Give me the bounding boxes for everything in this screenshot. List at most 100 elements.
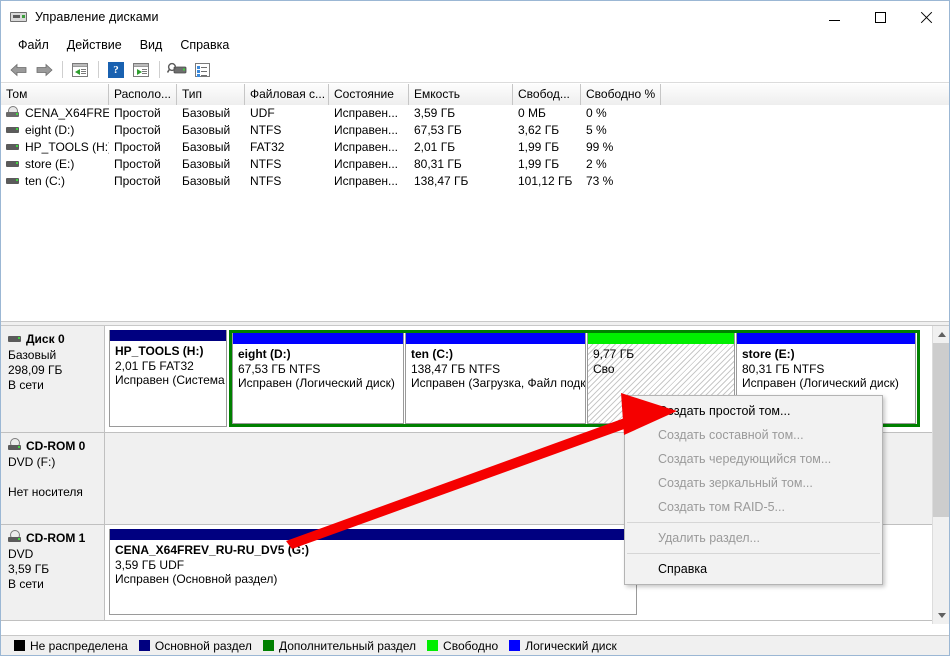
cell-type: Базовый bbox=[177, 155, 245, 172]
toolbar-separator-1 bbox=[62, 61, 63, 78]
cell-layout: Простой bbox=[109, 172, 177, 189]
table-row[interactable]: CENA_X64FRE...ПростойБазовыйUDFИсправен.… bbox=[1, 104, 949, 121]
disk-header-cdrom-1[interactable]: CD-ROM 1DVD3,59 ГБВ сети bbox=[1, 525, 105, 620]
cell-capacity: 80,31 ГБ bbox=[409, 155, 513, 172]
partition-status: Исправен (Логический диск) bbox=[742, 376, 911, 391]
title-bar: Управление дисками bbox=[1, 1, 949, 33]
cell-capacity: 67,53 ГБ bbox=[409, 121, 513, 138]
cell-volume: ten (C:) bbox=[1, 172, 109, 189]
graphical-view-scrollbar[interactable] bbox=[932, 326, 949, 624]
disk-volume-icon bbox=[6, 159, 20, 169]
legend-primary-swatch bbox=[139, 640, 150, 651]
cdrom-icon bbox=[8, 533, 22, 544]
table-row[interactable]: store (E:)ПростойБазовыйNTFSИсправен...8… bbox=[1, 155, 949, 172]
forward-button[interactable] bbox=[32, 59, 56, 81]
disk-title: CD-ROM 1 bbox=[26, 531, 85, 546]
volume-list-pane: ТомРасполо...ТипФайловая с...СостояниеЕм… bbox=[1, 83, 949, 321]
cell-filesystem: NTFS bbox=[245, 155, 329, 172]
partition-title: eight (D:) bbox=[238, 347, 399, 362]
toolbar-separator-3 bbox=[159, 61, 160, 78]
legend-extended: Дополнительный раздел bbox=[279, 639, 416, 653]
scroll-down-button[interactable] bbox=[933, 607, 949, 624]
close-icon bbox=[920, 11, 933, 24]
disk-line2: 3,59 ГБ bbox=[8, 562, 99, 577]
table-row[interactable]: eight (D:)ПростойБазовыйNTFSИсправен...6… bbox=[1, 121, 949, 138]
show-hide-console-tree-button[interactable] bbox=[68, 59, 92, 81]
legend-logical: Логический диск bbox=[525, 639, 617, 653]
cell-volume: HP_TOOLS (H:) bbox=[1, 138, 109, 155]
disk-header-cdrom-0[interactable]: CD-ROM 0DVD (F:) Нет носителя bbox=[1, 433, 105, 524]
help-icon: ? bbox=[108, 62, 124, 78]
ctx-delete-partition: Удалить раздел... bbox=[625, 526, 882, 550]
context-menu-separator bbox=[627, 553, 880, 554]
rescan-disks-button[interactable] bbox=[165, 59, 189, 81]
partition-eight-d[interactable]: eight (D:)67,53 ГБ NTFSИсправен (Логичес… bbox=[232, 333, 404, 424]
show-action-pane-button[interactable] bbox=[129, 59, 153, 81]
disk-volume-icon bbox=[6, 125, 20, 135]
scroll-up-button[interactable] bbox=[933, 326, 949, 343]
legend-logical-swatch bbox=[509, 640, 520, 651]
close-button[interactable] bbox=[903, 1, 949, 33]
menu-action[interactable]: Действие bbox=[58, 35, 131, 55]
cell-capacity: 3,59 ГБ bbox=[409, 104, 513, 121]
partition-ten-c[interactable]: ten (C:)138,47 ГБ NTFSИсправен (Загрузка… bbox=[405, 333, 586, 424]
ctx-new-raid5-volume: Создать том RAID-5... bbox=[625, 495, 882, 519]
cell-volume: CENA_X64FRE... bbox=[1, 104, 109, 121]
partition-info: CENA_X64FREV_RU-RU_DV5 (G:)3,59 ГБ UDFИс… bbox=[110, 540, 636, 587]
cell-filesystem: UDF bbox=[245, 104, 329, 121]
column-header-7[interactable]: Свободно % bbox=[581, 84, 661, 105]
partition-title: CENA_X64FREV_RU-RU_DV5 (G:) bbox=[115, 543, 632, 558]
table-row[interactable]: HP_TOOLS (H:)ПростойБазовыйFAT32Исправен… bbox=[1, 138, 949, 155]
scrollbar-thumb[interactable] bbox=[933, 343, 949, 517]
partition-status: Исправен (Система bbox=[115, 373, 222, 388]
cell-free: 0 МБ bbox=[513, 104, 581, 121]
partition-color-bar bbox=[233, 333, 403, 344]
show-action-pane-icon bbox=[133, 63, 149, 77]
table-row[interactable]: ten (C:)ПростойБазовыйNTFSИсправен...138… bbox=[1, 172, 949, 189]
disk-line1: Базовый bbox=[8, 348, 99, 363]
menu-file[interactable]: Файл bbox=[9, 35, 58, 55]
help-button[interactable]: ? bbox=[104, 59, 128, 81]
chevron-down-icon bbox=[938, 613, 946, 618]
cell-volume: eight (D:) bbox=[1, 121, 109, 138]
volume-list-body: CENA_X64FRE...ПростойБазовыйUDFИсправен.… bbox=[1, 104, 949, 189]
column-header-3[interactable]: Файловая с... bbox=[245, 84, 329, 105]
legend-extended-swatch bbox=[263, 640, 274, 651]
back-button[interactable] bbox=[7, 59, 31, 81]
cell-free_pct: 5 % bbox=[581, 121, 661, 138]
column-header-4[interactable]: Состояние bbox=[329, 84, 409, 105]
partition-color-bar bbox=[737, 333, 915, 344]
volume-label: CENA_X64FRE... bbox=[25, 106, 109, 120]
cell-filesystem: FAT32 bbox=[245, 138, 329, 155]
column-header-2[interactable]: Тип bbox=[177, 84, 245, 105]
ctx-help[interactable]: Справка bbox=[625, 557, 882, 581]
forward-icon bbox=[35, 63, 53, 77]
partition-info: eight (D:)67,53 ГБ NTFSИсправен (Логичес… bbox=[233, 344, 403, 391]
cell-type: Базовый bbox=[177, 172, 245, 189]
partition-cena-g[interactable]: CENA_X64FREV_RU-RU_DV5 (G:)3,59 ГБ UDFИс… bbox=[109, 529, 637, 615]
volume-list-header: ТомРасполо...ТипФайловая с...СостояниеЕм… bbox=[1, 83, 949, 104]
column-header-1[interactable]: Располо... bbox=[109, 84, 177, 105]
properties-button[interactable] bbox=[190, 59, 214, 81]
cd-volume-icon bbox=[6, 108, 20, 118]
disk-management-window: Управление дисками Файл Действие Вид Спр… bbox=[0, 0, 950, 656]
menu-help[interactable]: Справка bbox=[171, 35, 238, 55]
column-header-8[interactable] bbox=[661, 84, 949, 105]
minimize-button[interactable] bbox=[811, 1, 857, 33]
menu-view[interactable]: Вид bbox=[131, 35, 172, 55]
column-header-6[interactable]: Свобод... bbox=[513, 84, 581, 105]
partition-size: 3,59 ГБ UDF bbox=[115, 558, 632, 573]
window-controls bbox=[811, 1, 949, 33]
maximize-button[interactable] bbox=[857, 1, 903, 33]
legend-unallocated-swatch bbox=[14, 640, 25, 651]
free-space-context-menu[interactable]: Создать простой том...Создать составной … bbox=[624, 395, 883, 585]
column-header-0[interactable]: Том bbox=[1, 84, 109, 105]
disk-header-disk-0[interactable]: Диск 0Базовый298,09 ГБВ сети bbox=[1, 326, 105, 432]
partition-hp-tools[interactable]: HP_TOOLS (H:)2,01 ГБ FAT32Исправен (Сист… bbox=[109, 330, 227, 427]
partition-title: store (E:) bbox=[742, 347, 911, 362]
cell-free: 3,62 ГБ bbox=[513, 121, 581, 138]
cell-free: 1,99 ГБ bbox=[513, 155, 581, 172]
column-header-5[interactable]: Емкость bbox=[409, 84, 513, 105]
ctx-new-simple-volume[interactable]: Создать простой том... bbox=[625, 399, 882, 423]
partition-info: store (E:)80,31 ГБ NTFSИсправен (Логичес… bbox=[737, 344, 915, 391]
